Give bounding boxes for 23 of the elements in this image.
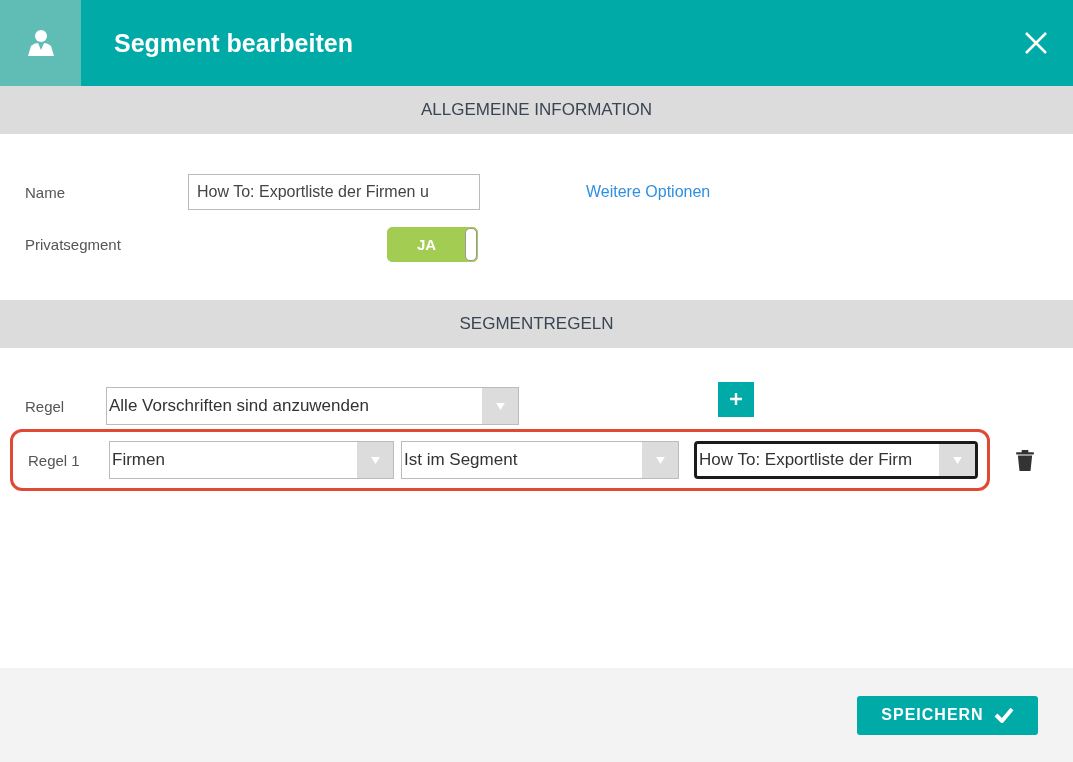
field-label: Privatsegment (25, 236, 122, 253)
trash-icon[interactable] (1016, 449, 1034, 471)
more-options-link[interactable]: Weitere Optionen (586, 183, 711, 201)
rule-dropdown[interactable]: How To: Exportliste der Firm (694, 441, 978, 479)
close-icon[interactable] (1024, 31, 1048, 55)
rule-dropdown[interactable]: Ist im Segment (401, 441, 679, 479)
caret-icon (495, 402, 505, 410)
name-field[interactable]: How To: Exportliste der Firmen u (188, 174, 480, 210)
field-label: Regel (25, 397, 66, 415)
caret-icon (655, 456, 665, 464)
field-label: Regel 1 (28, 451, 81, 469)
field-label: Name (25, 183, 66, 201)
section-header: SEGMENTREGELN (0, 300, 1073, 348)
rule-dropdown[interactable]: Firmen (109, 441, 394, 479)
window-title: Segment bearbeiten (114, 28, 354, 58)
person-icon (25, 28, 56, 58)
caret-icon (370, 456, 380, 464)
checkmark-icon (993, 707, 1014, 723)
rule-mode-dropdown[interactable]: Alle Vorschriften sind anzuwenden (106, 387, 519, 425)
section-header: ALLGEMEINE INFORMATION (0, 86, 1073, 134)
add-rule-button[interactable] (718, 381, 754, 417)
plus-icon (730, 393, 742, 405)
caret-icon (952, 456, 962, 464)
